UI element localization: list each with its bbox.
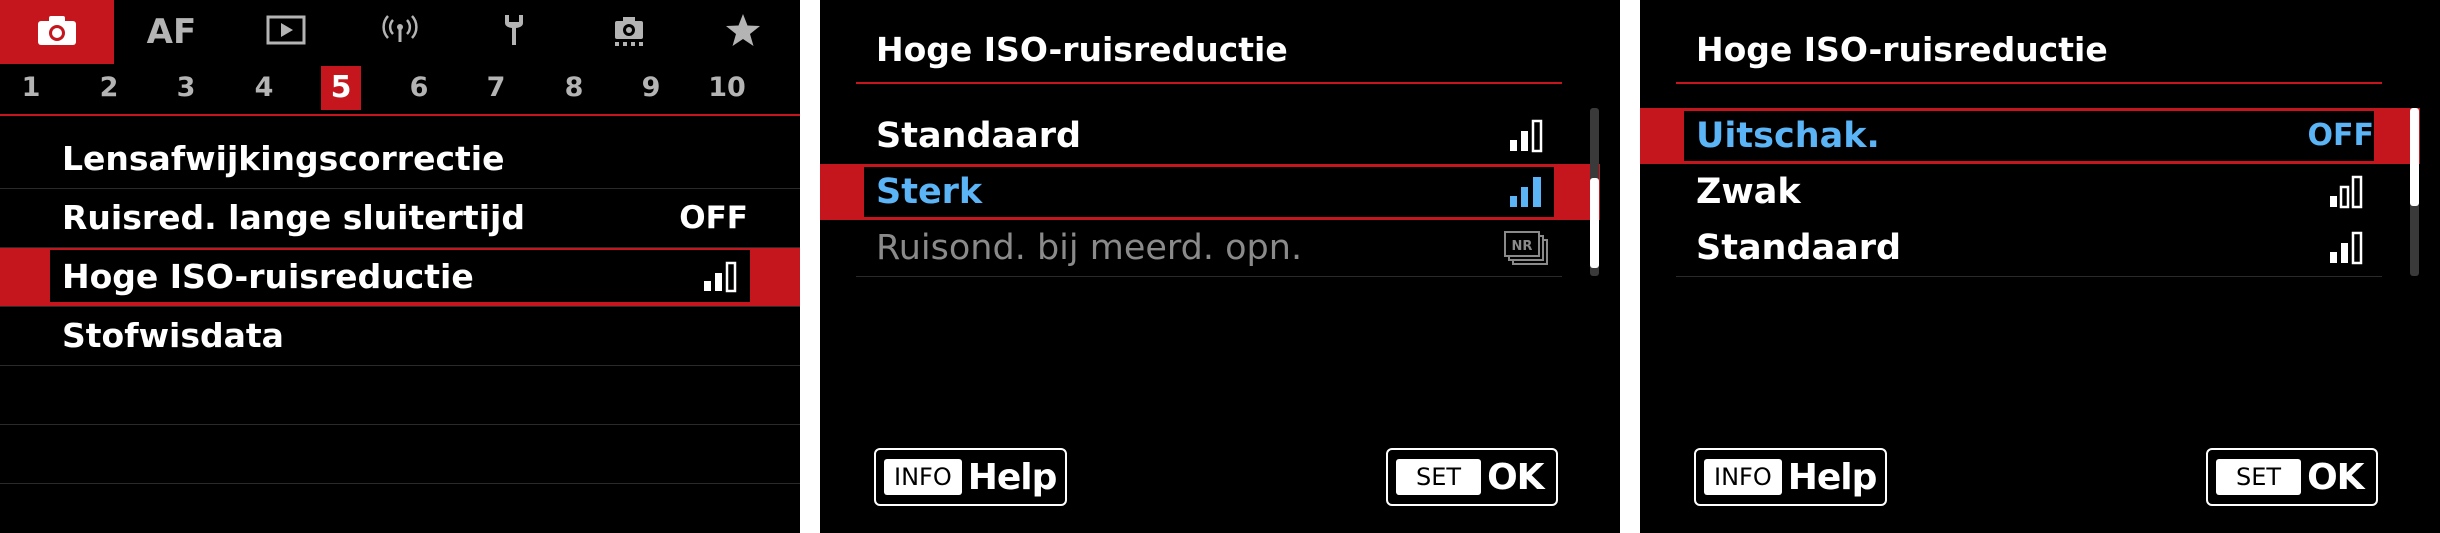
option-label: Standaard xyxy=(1696,228,1902,268)
ok-button[interactable]: SET OK xyxy=(1386,448,1558,506)
tab-wireless[interactable] xyxy=(343,0,457,64)
sub-tab-2[interactable]: 2 xyxy=(89,66,129,110)
help-button[interactable]: INFO Help xyxy=(1694,448,1887,506)
option-disable[interactable]: Uitschak. OFF xyxy=(1640,108,2420,164)
tab-custom-functions[interactable] xyxy=(571,0,685,64)
option-standard[interactable]: Standaard xyxy=(1640,220,2420,276)
wrench-icon xyxy=(499,13,529,51)
title-divider xyxy=(1676,82,2382,84)
help-label: Help xyxy=(1787,456,1878,498)
tab-setup[interactable] xyxy=(457,0,571,64)
wireless-icon xyxy=(380,15,420,49)
menu-item-empty xyxy=(0,366,800,425)
menu-item-label: Hoge ISO-ruisreductie xyxy=(62,257,474,296)
options-list: Uitschak. OFF Zwak Standaard xyxy=(1640,108,2420,277)
help-button[interactable]: INFO Help xyxy=(874,448,1067,506)
sub-tab-7[interactable]: 7 xyxy=(476,66,516,110)
option-label: Standaard xyxy=(876,116,1082,156)
sub-tab-3[interactable]: 3 xyxy=(166,66,206,110)
tab-underline xyxy=(0,114,800,116)
ok-label: OK xyxy=(1487,456,1544,498)
tab-shooting[interactable] xyxy=(0,0,115,64)
custom-functions-icon xyxy=(609,13,649,51)
list-divider xyxy=(856,276,1562,277)
menu-item-value: OFF xyxy=(679,200,748,236)
menu-item-label: Ruisred. lange sluitertijd xyxy=(62,198,525,237)
option-multi-shot-nr: Ruisond. bij meerd. opn. NR xyxy=(820,220,1600,276)
option-value: OFF xyxy=(2307,118,2375,153)
menu-item-dust-delete-data[interactable]: Stofwisdata xyxy=(0,307,800,366)
menu-item-long-exposure-nr[interactable]: Ruisred. lange sluitertijd OFF xyxy=(0,189,800,248)
sub-tab-1[interactable]: 1 xyxy=(11,66,51,110)
page-title: Hoge ISO-ruisreductie xyxy=(876,30,1288,69)
options-list: Standaard Sterk Ruisond. bij meerd. opn.… xyxy=(820,108,1600,277)
set-key-label: SET xyxy=(2216,459,2302,495)
sub-tab-10[interactable]: 10 xyxy=(705,66,749,110)
option-label: Ruisond. bij meerd. opn. xyxy=(876,228,1303,268)
sub-tab-6[interactable]: 6 xyxy=(399,66,439,110)
menu-item-lens-aberration-correction[interactable]: Lensafwijkingscorrectie xyxy=(0,130,800,189)
star-icon xyxy=(725,13,761,51)
sub-tab-5[interactable]: 5 xyxy=(321,66,361,110)
sub-tab-8[interactable]: 8 xyxy=(554,66,594,110)
ok-label: OK xyxy=(2307,456,2364,498)
scrollbar-thumb[interactable] xyxy=(2410,108,2419,206)
menu-item-label: Stofwisdata xyxy=(62,316,284,355)
set-key-label: SET xyxy=(1396,459,1482,495)
camera-icon xyxy=(37,14,77,50)
option-low[interactable]: Zwak xyxy=(1640,164,2420,220)
main-tab-bar: AF xyxy=(0,0,800,64)
page-title: Hoge ISO-ruisreductie xyxy=(1696,30,2108,69)
button-bar: INFO Help SET OK xyxy=(820,448,1620,508)
signal-level-1-icon xyxy=(2328,175,2372,213)
nr-badge-text: NR xyxy=(1512,239,1533,254)
list-divider xyxy=(1676,276,2382,277)
option-label: Sterk xyxy=(876,172,983,212)
high-iso-nr-options-screen-top: Hoge ISO-ruisreductie Uitschak. OFF Zwak… xyxy=(1640,0,2440,533)
title-divider xyxy=(856,82,1562,84)
option-label: Zwak xyxy=(1696,172,1801,212)
signal-level-2-icon xyxy=(1508,119,1552,157)
menu-list: Lensafwijkingscorrectie Ruisred. lange s… xyxy=(0,130,800,484)
tab-af[interactable]: AF xyxy=(114,0,228,64)
high-iso-nr-options-screen: Hoge ISO-ruisreductie Standaard Sterk Ru… xyxy=(820,0,1620,533)
play-icon xyxy=(266,15,306,49)
tab-playback[interactable] xyxy=(229,0,343,64)
menu-item-empty xyxy=(0,425,800,484)
menu-item-label: Lensafwijkingscorrectie xyxy=(62,139,505,178)
sub-tab-bar: 1 2 3 4 5 6 7 8 9 10 xyxy=(0,64,800,114)
info-key-label: INFO xyxy=(884,459,962,495)
menu-screen-shooting-tab: AF 1 2 3 4 5 6 7 8 9 10 Lensafwijkingsco… xyxy=(0,0,800,533)
button-bar: INFO Help SET OK xyxy=(1640,448,2440,508)
signal-level-3-icon xyxy=(1508,175,1552,213)
tab-af-label: AF xyxy=(146,12,197,52)
option-standard[interactable]: Standaard xyxy=(820,108,1600,164)
scrollbar-thumb[interactable] xyxy=(1590,178,1599,268)
sub-tab-9[interactable]: 9 xyxy=(631,66,671,110)
option-label: Uitschak. xyxy=(1696,116,1880,156)
ok-button[interactable]: SET OK xyxy=(2206,448,2378,506)
tab-my-menu[interactable] xyxy=(686,0,800,64)
signal-level-2-icon xyxy=(702,261,748,297)
info-key-label: INFO xyxy=(1704,459,1782,495)
sub-tab-4[interactable]: 4 xyxy=(244,66,284,110)
signal-level-2-icon xyxy=(2328,231,2372,269)
help-label: Help xyxy=(967,456,1058,498)
menu-item-high-iso-nr[interactable]: Hoge ISO-ruisreductie xyxy=(0,248,800,307)
option-strong[interactable]: Sterk xyxy=(820,164,1600,220)
nr-multi-shot-icon: NR xyxy=(1504,231,1552,271)
scrollbar[interactable] xyxy=(2410,108,2419,276)
scrollbar[interactable] xyxy=(1590,108,1599,276)
